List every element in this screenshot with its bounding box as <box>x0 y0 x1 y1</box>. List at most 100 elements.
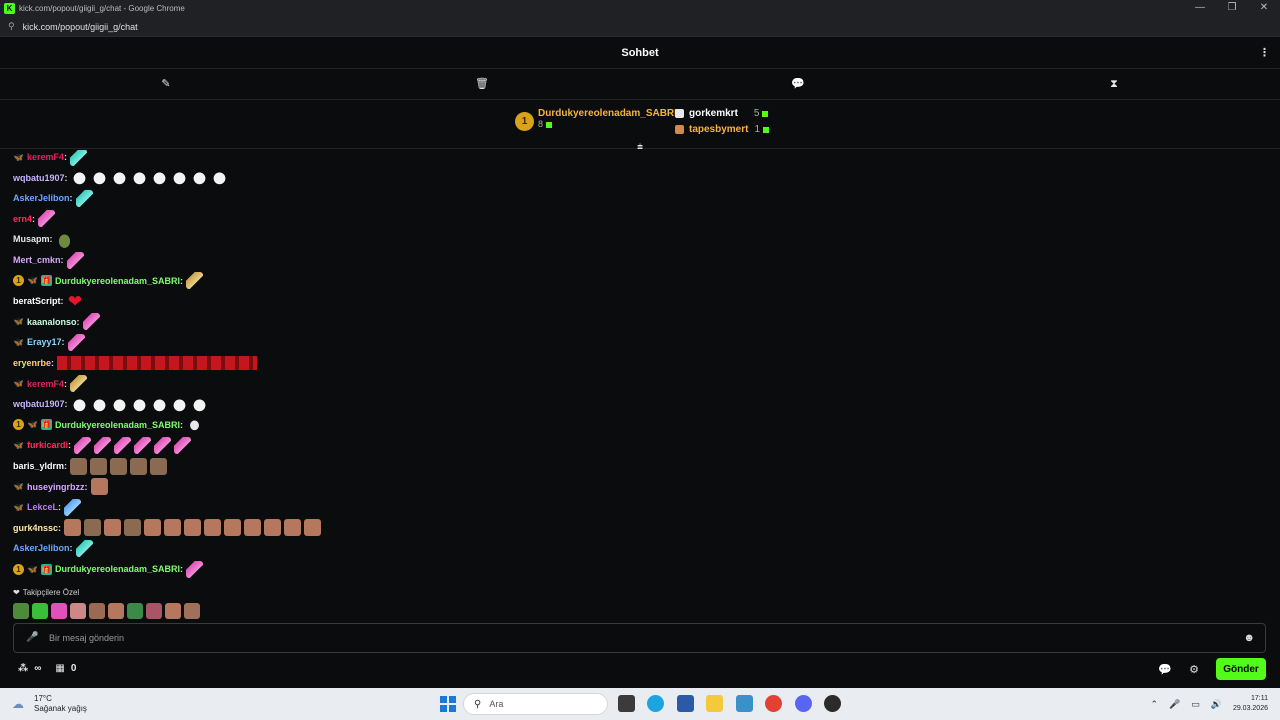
chat-username[interactable]: Durdukyereolenadam_SABRI <box>55 420 180 430</box>
chat-message[interactable]: 🦋 LekceL: <box>13 497 84 517</box>
face-emote-icon[interactable] <box>244 519 262 537</box>
duck-emote-icon[interactable] <box>90 395 108 413</box>
face-emote-icon[interactable] <box>164 519 182 537</box>
leaderboard-second[interactable]: gorkemkrt 5 <box>675 108 769 119</box>
chat-bubble-icon[interactable]: 💬 <box>1158 663 1172 676</box>
chat-message[interactable]: wqbatu1907: <box>13 168 231 188</box>
icecyan-emote-icon[interactable] <box>70 150 88 166</box>
chat-username[interactable]: AskerJelibon <box>13 543 70 553</box>
ice-emote-icon[interactable] <box>134 436 152 454</box>
chat-message[interactable]: ern4: <box>13 209 58 229</box>
tray-chevron-icon[interactable]: ⌃ <box>1150 699 1158 710</box>
chat-username[interactable]: LekceL <box>27 502 58 512</box>
duck-emote-icon[interactable] <box>110 169 128 187</box>
follower-emote-icon[interactable] <box>13 603 29 619</box>
weather-widget[interactable]: ☁ 17°C Sağanak yağış <box>12 694 87 714</box>
chat-message[interactable]: wqbatu1907: <box>13 394 211 414</box>
chat-message[interactable]: 🦋 keremF4: <box>13 150 90 167</box>
icecyan-emote-icon[interactable] <box>75 539 93 557</box>
cat-emote-icon[interactable] <box>130 457 148 475</box>
chat-message[interactable]: eryenrbe: <box>13 353 258 373</box>
chat-username[interactable]: keremF4 <box>27 152 64 162</box>
chat-message[interactable]: beratScript: ❤ <box>13 291 87 311</box>
file-explorer-icon[interactable] <box>706 695 723 712</box>
chat-message[interactable]: 1 🦋 🎁 Durdukyereolenadam_SABRI: <box>13 271 206 291</box>
chat-username[interactable]: wqbatu1907 <box>13 173 65 183</box>
ice-emote-icon[interactable] <box>154 436 172 454</box>
duck-emote-icon[interactable] <box>70 395 88 413</box>
message-input[interactable] <box>49 633 1199 643</box>
chat-message[interactable]: 🦋 huseyingrbzz: <box>13 477 111 497</box>
send-button[interactable]: Gönder <box>1216 658 1266 680</box>
chat-message[interactable]: 1 🦋 🎁 Durdukyereolenadam_SABRI: <box>13 415 206 435</box>
face-emote-icon[interactable] <box>184 519 202 537</box>
ice-emote-icon[interactable] <box>82 313 100 331</box>
face-emote-icon[interactable] <box>204 519 222 537</box>
follower-emote-icon[interactable] <box>184 603 200 619</box>
chat-username[interactable]: Durdukyereolenadam_SABRI <box>55 276 180 286</box>
duck-emote-icon[interactable] <box>210 169 228 187</box>
ice-emote-icon[interactable] <box>186 560 204 578</box>
follower-emote-icon[interactable] <box>70 603 86 619</box>
taskbar-search[interactable]: ⚲ Ara <box>463 693 608 715</box>
hands-emote-icon[interactable] <box>70 375 88 393</box>
face-emote-icon[interactable] <box>224 519 242 537</box>
ice-emote-icon[interactable] <box>174 436 192 454</box>
microphone-icon[interactable]: 🎤 <box>26 632 38 644</box>
leaderboard-third[interactable]: tapesbymert 1 <box>675 124 770 135</box>
chat-message[interactable]: 🦋 Erayy17: <box>13 332 88 352</box>
chrome-icon[interactable] <box>765 695 782 712</box>
duck-emote-icon[interactable] <box>130 395 148 413</box>
chat-username[interactable]: gurk4nssc <box>13 523 58 533</box>
chat-username[interactable]: Erayy17 <box>27 337 62 347</box>
close-button[interactable]: ✕ <box>1248 0 1280 17</box>
url-text[interactable]: kick.com/popout/giigii_g/chat <box>23 22 138 32</box>
ice-emote-icon[interactable] <box>66 251 84 269</box>
ice-emote-icon[interactable] <box>38 210 56 228</box>
face-emote-icon[interactable] <box>304 519 322 537</box>
duck-emote-icon[interactable] <box>150 395 168 413</box>
chat-username[interactable]: huseyingrbzz <box>27 482 85 492</box>
ice-emote-icon[interactable] <box>67 333 85 351</box>
cat-emote-icon[interactable] <box>110 457 128 475</box>
more-options-icon[interactable]: ⋮ <box>1259 46 1270 59</box>
cat-emote-icon[interactable] <box>70 457 88 475</box>
tray-mic-icon[interactable]: 🎤 <box>1169 699 1180 710</box>
follower-emote-icon[interactable] <box>108 603 124 619</box>
chat-message[interactable]: 🦋 furkicardi: <box>13 435 194 455</box>
cat-emote-icon[interactable] <box>150 457 168 475</box>
chat-username[interactable]: Mert_cmkn <box>13 255 61 265</box>
chat-message[interactable]: AskerJelibon: <box>13 538 96 558</box>
pin-icon[interactable]: ✎ <box>159 77 173 91</box>
chat-message[interactable]: AskerJelibon: <box>13 188 96 208</box>
app-icon[interactable] <box>824 695 841 712</box>
store-app-icon[interactable] <box>677 695 694 712</box>
settings-app-icon[interactable] <box>736 695 753 712</box>
infinity-icon[interactable]: ∞ <box>34 663 41 674</box>
xdx-emote-icon[interactable] <box>57 356 258 370</box>
face-emote-icon[interactable] <box>104 519 122 537</box>
leaf-emote-icon[interactable] <box>186 416 204 434</box>
duck-emote-icon[interactable] <box>70 169 88 187</box>
cat-emote-icon[interactable] <box>124 519 142 537</box>
edge-icon[interactable] <box>647 695 664 712</box>
duck-emote-icon[interactable] <box>110 395 128 413</box>
cat-emote-icon[interactable] <box>90 457 108 475</box>
network-icon[interactable]: ▭ <box>1191 699 1200 710</box>
hourglass-icon[interactable]: ⧗ <box>1107 77 1121 91</box>
duck-emote-icon[interactable] <box>170 169 188 187</box>
chat-username[interactable]: beratScript <box>13 296 61 306</box>
iceblue-emote-icon[interactable] <box>64 498 82 516</box>
channel-points-icon[interactable]: ⁂ <box>18 663 28 674</box>
icecyan-emote-icon[interactable] <box>75 189 93 207</box>
address-bar[interactable]: ⚲ kick.com/popout/giigii_g/chat <box>0 17 1280 37</box>
chat-message[interactable]: gurk4nssc: <box>13 518 324 538</box>
restore-button[interactable]: ❐ <box>1216 0 1248 17</box>
minimize-button[interactable]: — <box>1184 0 1216 17</box>
frog-emote-icon[interactable] <box>55 230 73 248</box>
chat-username[interactable]: kaanalonso <box>27 317 77 327</box>
face-emote-icon[interactable] <box>144 519 162 537</box>
chat-message[interactable]: 🦋 keremF4: <box>13 374 90 394</box>
duck-emote-icon[interactable] <box>90 169 108 187</box>
chat-message[interactable]: Musapm: <box>13 229 76 249</box>
